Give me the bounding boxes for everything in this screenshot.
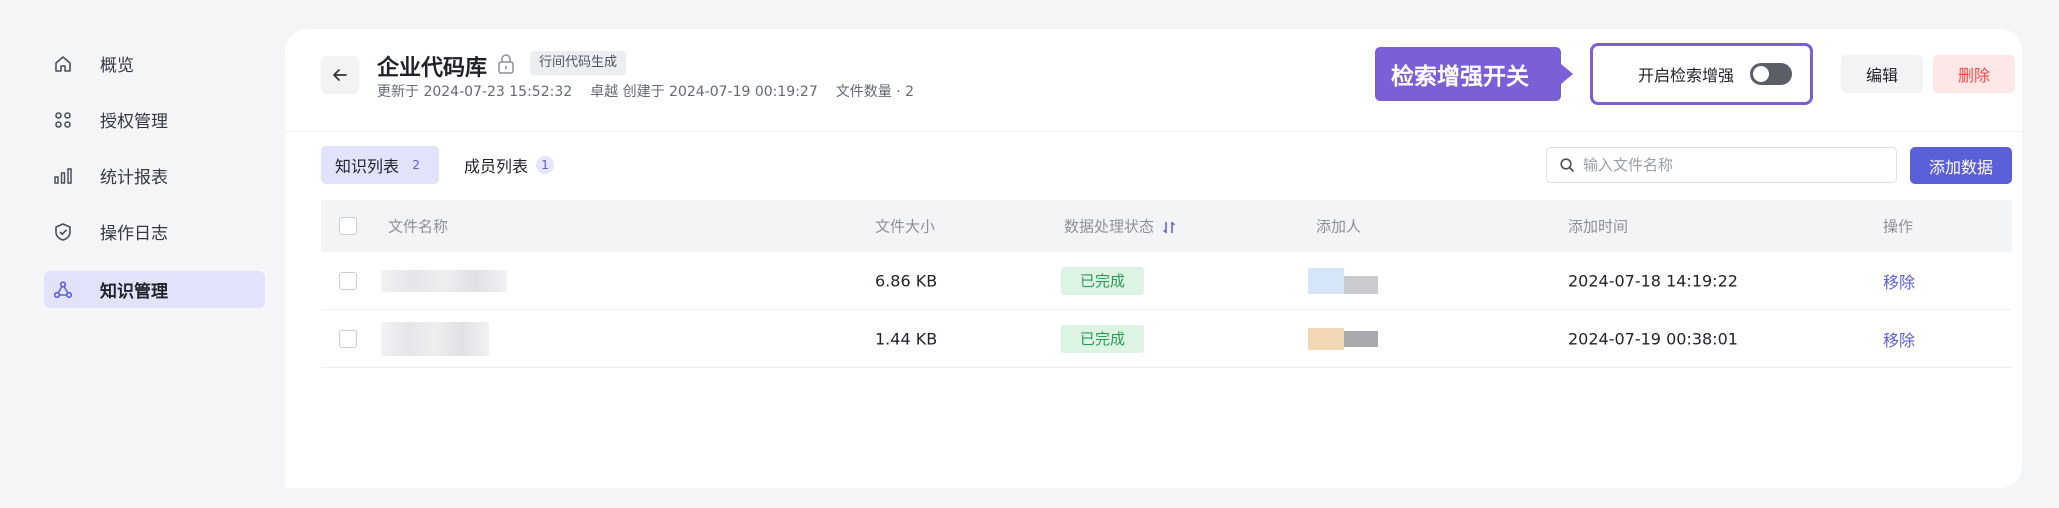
file-size: 6.86 KB bbox=[875, 271, 938, 290]
added-time: 2024-07-19 00:38:01 bbox=[1568, 329, 1738, 348]
sidebar-item-authorization[interactable]: 授权管理 bbox=[44, 101, 265, 138]
apps-icon bbox=[52, 109, 74, 131]
avatar bbox=[1308, 267, 1378, 294]
col-added-by: 添加人 bbox=[1316, 217, 1362, 236]
sidebar-item-statistics[interactable]: 统计报表 bbox=[44, 157, 265, 194]
file-name-redacted[interactable] bbox=[381, 321, 489, 356]
tab-member-list[interactable]: 成员列表 1 bbox=[450, 146, 568, 184]
col-status[interactable]: 数据处理状态 bbox=[1064, 216, 1176, 237]
sidebar-item-label: 概览 bbox=[100, 56, 134, 76]
tab-label: 成员列表 bbox=[464, 157, 529, 176]
file-size: 1.44 KB bbox=[875, 329, 938, 348]
col-file-name: 文件名称 bbox=[388, 217, 449, 236]
sidebar-item-label: 操作日志 bbox=[100, 224, 168, 244]
creator-info: 卓越 创建于 2024-07-19 00:19:27 bbox=[590, 84, 818, 100]
knowledge-graph-icon bbox=[52, 279, 74, 301]
col-actions: 操作 bbox=[1883, 217, 1914, 236]
retrieval-switch-box: 开启检索增强 bbox=[1590, 43, 1813, 105]
page-header: 企业代码库 行间代码生成 更新于 2024-07-23 15:52:32 卓越 … bbox=[285, 29, 2022, 132]
scene-tag: 行间代码生成 bbox=[530, 51, 627, 75]
avatar bbox=[1308, 326, 1378, 352]
search-icon bbox=[1560, 158, 1574, 172]
col-status-label: 数据处理状态 bbox=[1064, 217, 1155, 236]
table-row: 1.44 KB 已完成 2024-07-19 00:38:01 移除 bbox=[321, 310, 2012, 368]
switch-label: 开启检索增强 bbox=[1637, 66, 1734, 85]
page-title: 企业代码库 bbox=[377, 56, 488, 81]
sidebar-item-operation-log[interactable]: 操作日志 bbox=[44, 213, 265, 250]
updated-time: 更新于 2024-07-23 15:52:32 bbox=[377, 84, 573, 100]
tab-label: 知识列表 bbox=[335, 157, 400, 176]
search-box bbox=[1546, 147, 1897, 183]
main-card: 企业代码库 行间代码生成 更新于 2024-07-23 15:52:32 卓越 … bbox=[285, 29, 2022, 488]
search-input[interactable] bbox=[1583, 156, 1883, 174]
file-count: 文件数量 · 2 bbox=[835, 84, 914, 100]
sort-icon[interactable] bbox=[1162, 220, 1176, 234]
sidebar-item-label: 统计报表 bbox=[100, 168, 168, 188]
back-button[interactable] bbox=[321, 56, 359, 94]
file-table: 文件名称 文件大小 数据处理状态 添加人 添加时间 操作 6.86 KB 已完成… bbox=[321, 200, 2012, 368]
col-file-size: 文件大小 bbox=[875, 217, 936, 236]
col-added-time: 添加时间 bbox=[1568, 217, 1629, 236]
retrieval-toggle[interactable] bbox=[1750, 63, 1792, 85]
tab-count: 2 bbox=[412, 158, 420, 172]
lock-icon bbox=[498, 54, 514, 74]
sidebar-item-knowledge[interactable]: 知识管理 bbox=[44, 271, 265, 308]
tab-count: 1 bbox=[536, 156, 555, 174]
added-time: 2024-07-18 14:19:22 bbox=[1568, 271, 1738, 290]
home-icon bbox=[52, 53, 74, 75]
edit-button[interactable]: 编辑 bbox=[1841, 55, 1923, 93]
shield-check-icon bbox=[52, 221, 74, 243]
remove-link[interactable]: 移除 bbox=[1883, 269, 1915, 293]
delete-button[interactable]: 删除 bbox=[1933, 55, 2015, 93]
file-name-redacted[interactable] bbox=[381, 269, 507, 292]
arrow-left-icon bbox=[333, 69, 347, 81]
remove-link[interactable]: 移除 bbox=[1883, 327, 1915, 351]
row-checkbox[interactable] bbox=[339, 271, 357, 290]
meta-info: 更新于 2024-07-23 15:52:32 卓越 创建于 2024-07-1… bbox=[377, 81, 914, 101]
table-header: 文件名称 文件大小 数据处理状态 添加人 添加时间 操作 bbox=[321, 200, 2012, 252]
sidebar-item-label: 知识管理 bbox=[100, 282, 168, 302]
status-badge: 已完成 bbox=[1061, 266, 1145, 295]
status-badge: 已完成 bbox=[1061, 324, 1145, 353]
add-data-button[interactable]: 添加数据 bbox=[1910, 147, 2012, 184]
bar-chart-icon bbox=[52, 165, 74, 187]
select-all-checkbox[interactable] bbox=[339, 217, 357, 235]
sidebar-item-overview[interactable]: 概览 bbox=[44, 45, 265, 82]
table-row: 6.86 KB 已完成 2024-07-18 14:19:22 移除 bbox=[321, 252, 2012, 310]
tab-knowledge-list[interactable]: 知识列表 2 bbox=[321, 146, 440, 184]
callout-label: 检索增强开关 bbox=[1375, 47, 1573, 101]
row-checkbox[interactable] bbox=[339, 329, 357, 348]
sidebar: 概览 授权管理 统计报表 操作日志 知识管理 bbox=[0, 0, 285, 508]
sidebar-item-label: 授权管理 bbox=[100, 112, 168, 132]
